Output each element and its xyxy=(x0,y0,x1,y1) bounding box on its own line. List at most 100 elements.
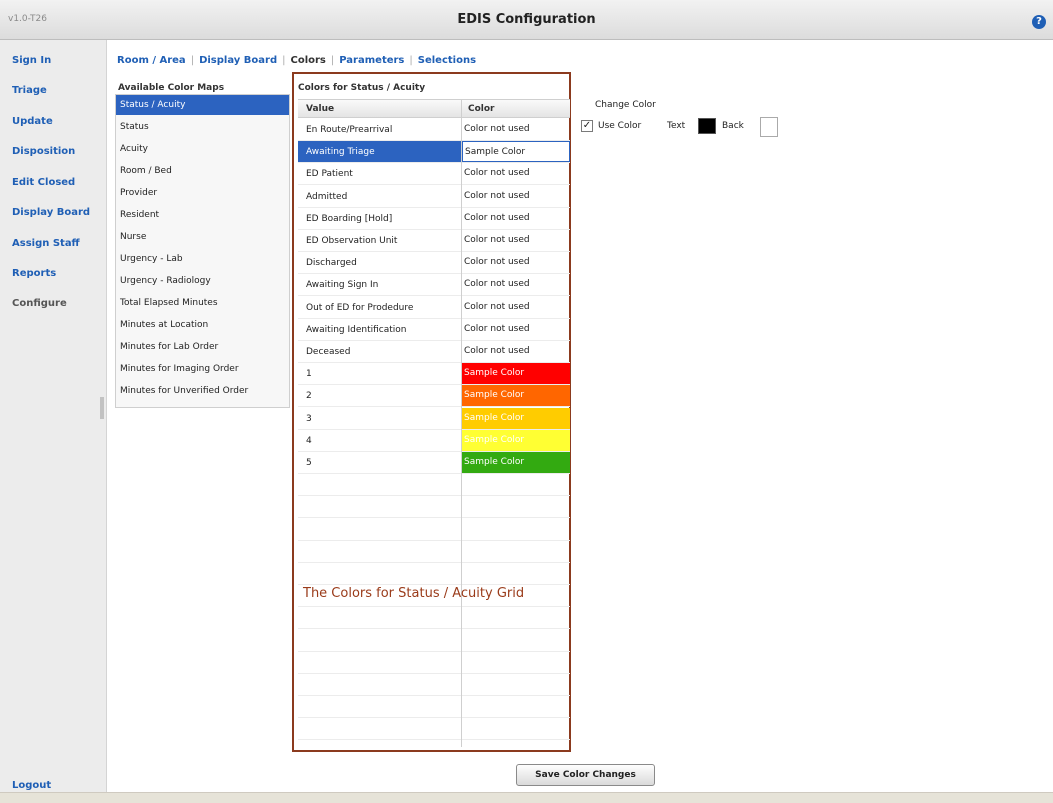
color-map-item[interactable]: Minutes for Lab Order xyxy=(116,337,289,357)
color-map-item[interactable]: Nurse xyxy=(116,227,289,247)
cell-color[interactable]: Sample Color xyxy=(462,141,570,163)
color-map-item[interactable]: Total Elapsed Minutes xyxy=(116,293,289,313)
table-row[interactable]: 4 Sample Color xyxy=(298,429,570,452)
sidebar-item-display-board[interactable]: Display Board xyxy=(12,207,90,218)
sidebar-item-update[interactable]: Update xyxy=(12,116,53,127)
tab-display-board[interactable]: Display Board xyxy=(199,55,277,66)
empty-row xyxy=(298,630,570,652)
cell-color[interactable]: Color not used xyxy=(462,252,570,273)
color-maps-list: Status / Acuity Status Acuity Room / Bed… xyxy=(115,94,290,408)
cell-color[interactable]: Color not used xyxy=(462,319,570,340)
color-map-item[interactable]: Minutes at Location xyxy=(116,315,289,335)
cell-color[interactable]: Color not used xyxy=(462,230,570,251)
back-color-label: Back xyxy=(722,121,744,131)
color-map-item[interactable]: Urgency - Lab xyxy=(116,249,289,269)
help-icon[interactable]: ? xyxy=(1032,15,1046,29)
cell-color[interactable]: Sample Color xyxy=(462,407,570,429)
empty-row xyxy=(298,519,570,541)
color-map-item[interactable]: Status xyxy=(116,117,289,137)
grid-header-row: Value Color xyxy=(298,99,570,118)
table-row[interactable]: ED Patient Color not used xyxy=(298,163,570,186)
color-map-item[interactable]: Room / Bed xyxy=(116,161,289,181)
empty-row xyxy=(298,718,570,741)
app-header: v1.0-T26 EDIS Configuration ? xyxy=(0,0,1053,40)
tab-colors[interactable]: Colors xyxy=(290,55,325,66)
back-color-picker[interactable] xyxy=(760,117,778,137)
cell-color[interactable]: Color not used xyxy=(462,163,570,184)
cell-color[interactable]: Sample Color xyxy=(462,363,570,385)
cell-value: ED Boarding [Hold] xyxy=(306,213,393,224)
cell-value: 5 xyxy=(306,458,312,468)
table-row[interactable]: Admitted Color not used xyxy=(298,186,570,208)
cell-color[interactable]: Sample Color xyxy=(462,385,570,407)
logout-link[interactable]: Logout xyxy=(12,780,51,791)
tab-room-area[interactable]: Room / Area xyxy=(117,55,186,66)
sidebar-item-reports[interactable]: Reports xyxy=(12,268,56,279)
grid-annotation: The Colors for Status / Acuity Grid xyxy=(303,586,525,601)
cell-value: 1 xyxy=(306,369,312,380)
use-color-label: Use Color xyxy=(598,121,642,131)
sidebar-item-configure[interactable]: Configure xyxy=(12,298,67,309)
table-row[interactable]: Discharged Color not used xyxy=(298,252,570,275)
save-color-changes-button[interactable]: Save Color Changes xyxy=(516,764,655,786)
empty-row xyxy=(298,474,570,497)
cell-value: 3 xyxy=(306,413,312,424)
sidebar-resize-handle[interactable] xyxy=(100,397,104,419)
table-row[interactable]: ED Boarding [Hold] Color not used xyxy=(298,208,570,230)
empty-row xyxy=(298,607,570,630)
color-map-item[interactable]: Urgency - Radiology xyxy=(116,271,289,291)
cell-value: Out of ED for Prodedure xyxy=(306,302,414,313)
text-color-picker[interactable] xyxy=(698,118,716,134)
empty-row xyxy=(298,496,570,519)
table-row[interactable]: Awaiting Triage Sample Color xyxy=(298,141,570,164)
table-row[interactable]: Deceased Color not used xyxy=(298,341,570,363)
table-row[interactable]: 2 Sample Color xyxy=(298,385,570,408)
tab-parameters[interactable]: Parameters xyxy=(339,55,404,66)
empty-row xyxy=(298,563,570,585)
grid-column-divider xyxy=(461,99,462,747)
cell-value: Awaiting Sign In xyxy=(306,280,379,291)
cell-color[interactable]: Sample Color xyxy=(462,429,570,451)
color-maps-header: Available Color Maps xyxy=(118,83,225,93)
table-row[interactable]: ED Observation Unit Color not used xyxy=(298,230,570,252)
color-map-item[interactable]: Provider xyxy=(116,183,289,203)
empty-row xyxy=(298,652,570,674)
table-row[interactable]: 3 Sample Color xyxy=(298,407,570,430)
cell-color[interactable]: Color not used xyxy=(462,341,570,362)
column-header-color[interactable]: Color xyxy=(468,104,495,114)
table-row[interactable]: Awaiting Sign In Color not used xyxy=(298,274,570,297)
cell-value: En Route/Prearrival xyxy=(306,125,393,135)
sidebar-item-assign-staff[interactable]: Assign Staff xyxy=(12,238,80,249)
table-row[interactable]: Awaiting Identification Color not used xyxy=(298,319,570,341)
color-map-item[interactable]: Minutes for Unverified Order xyxy=(116,381,289,401)
cell-color[interactable]: Color not used xyxy=(462,274,570,295)
table-row[interactable]: 1 Sample Color xyxy=(298,363,570,386)
table-row[interactable]: En Route/Prearrival Color not used xyxy=(298,119,570,141)
cell-value: Admitted xyxy=(306,191,348,202)
sidebar-item-triage[interactable]: Triage xyxy=(12,85,47,96)
color-map-item[interactable]: Status / Acuity xyxy=(116,95,289,115)
cell-color[interactable]: Color not used xyxy=(462,186,570,207)
sidebar-item-sign-in[interactable]: Sign In xyxy=(12,55,51,66)
color-map-item[interactable]: Minutes for Imaging Order xyxy=(116,359,289,379)
cell-color[interactable]: Color not used xyxy=(462,208,570,229)
tab-separator: | xyxy=(330,55,335,66)
sidebar-item-edit-closed[interactable]: Edit Closed xyxy=(12,177,75,188)
cell-value: 4 xyxy=(306,435,312,446)
use-color-checkbox[interactable]: ✓ xyxy=(581,120,593,132)
table-row[interactable]: 5 Sample Color xyxy=(298,452,570,474)
cell-color[interactable]: Color not used xyxy=(462,297,570,318)
cell-color[interactable]: Sample Color xyxy=(462,452,570,473)
table-row[interactable]: Out of ED for Prodedure Color not used xyxy=(298,297,570,319)
cell-color[interactable]: Color not used xyxy=(462,119,570,140)
color-map-item[interactable]: Acuity xyxy=(116,139,289,159)
tab-selections[interactable]: Selections xyxy=(418,55,476,66)
empty-row xyxy=(298,696,570,719)
sidebar-item-disposition[interactable]: Disposition xyxy=(12,146,75,157)
status-strip xyxy=(0,792,1053,803)
sidebar: Sign In Triage Update Disposition Edit C… xyxy=(0,40,107,803)
page-title: EDIS Configuration xyxy=(457,12,596,27)
color-map-item[interactable]: Resident xyxy=(116,205,289,225)
column-header-value[interactable]: Value xyxy=(306,104,334,114)
cell-value: Discharged xyxy=(306,258,357,269)
